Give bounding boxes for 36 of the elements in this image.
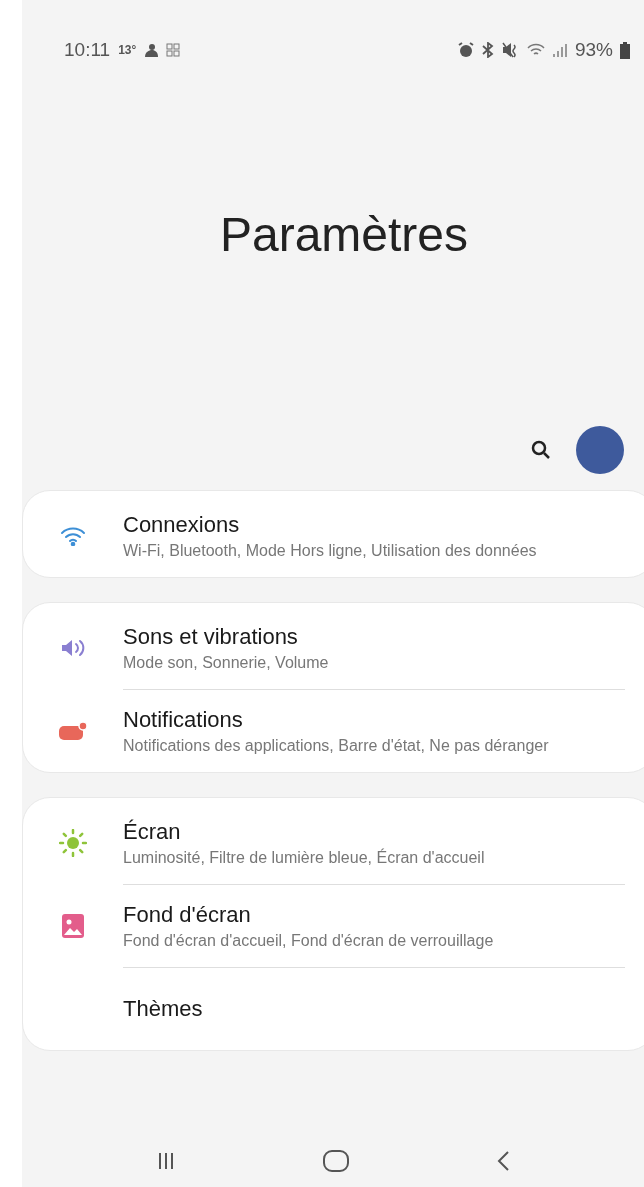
item-subtitle: Notifications des applications, Barre d'état, Ne pas déranger [123,736,549,756]
person-icon [144,43,159,57]
item-subtitle: Luminosité, Filtre de lumière bleue, Écran d'accueil [123,847,485,868]
page-title: Paramètres [219,207,469,263]
item-subtitle: Mode son, Sonnerie, Volume [123,653,329,673]
clock: 10:11 [64,37,111,62]
item-subtitle: Fond d'écran d'accueil, Fond d'écran de verrouillage [123,931,494,951]
item-title: Fond d'écran [123,901,252,929]
picture-icon [62,914,84,938]
settings-item[interactable]: Fond d'écran Fond d'écran d'accueil, Fond d'écran de verrouillage [23,897,644,955]
grid-icon [166,43,181,57]
item-title: Notifications [123,706,244,734]
temperature: 13° [118,42,137,59]
item-title: Sons et vibrations [123,623,299,651]
item-subtitle: Wi-Fi, Bluetooth, Mode Hors ligne, Utilisation des données [123,541,537,561]
battery-icon [620,41,630,59]
back-icon[interactable] [496,1150,511,1172]
item-title: Thèmes [123,995,203,1023]
item-title: Connexions [123,511,241,539]
settings-item[interactable]: Sons et vibrations Mode son, Sonnerie, Volume [23,619,644,677]
avatar-placeholder[interactable] [576,426,624,474]
notification-icon [59,721,87,741]
item-title: Écran [123,818,182,846]
bluetooth-icon [480,42,495,58]
settings-item[interactable]: Notifications Notifications des applications, Barre d'état, Ne pas déranger [23,702,644,760]
signal-icon [551,43,568,57]
settings-item[interactable]: Écran Luminosité, Filtre de lumière bleue, Écran d'accueil [23,814,644,872]
wifi-icon [526,42,545,58]
battery-percentage: 93% [574,37,613,62]
home-icon[interactable] [323,1150,349,1172]
wifi-icon [60,526,86,546]
alarm-icon [457,42,474,58]
settings-item[interactable]: Connexions Wi-Fi, Bluetooth, Mode Hors ligne, Utilisation des données [23,507,644,565]
settings-item[interactable]: Thèmes [23,980,644,1038]
speaker-icon [61,639,85,657]
sun-icon [59,829,87,857]
